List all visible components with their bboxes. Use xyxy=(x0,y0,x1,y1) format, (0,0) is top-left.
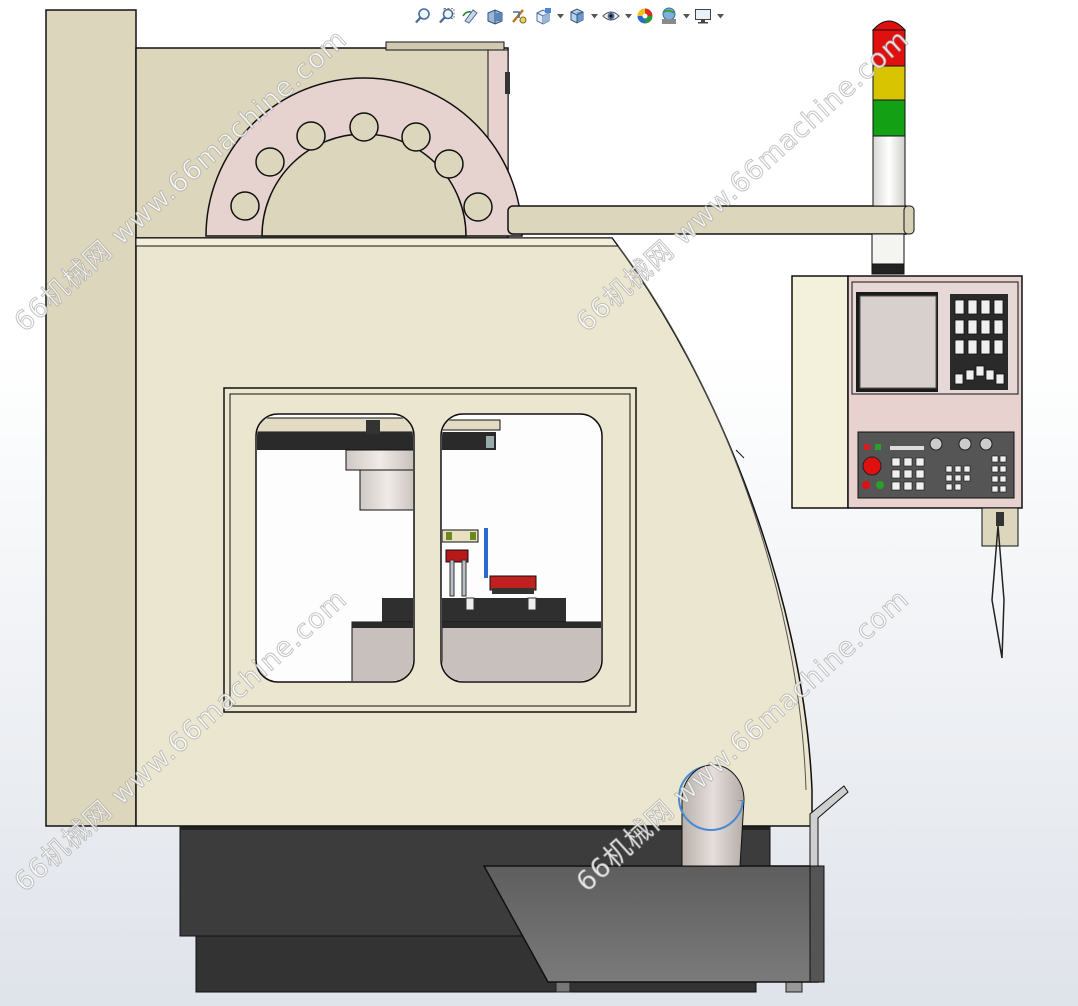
cnc-control-panel xyxy=(791,275,1023,659)
cad-model-viewport[interactable] xyxy=(0,0,1078,1006)
machine-column xyxy=(45,9,137,827)
tool-magazine-housing xyxy=(135,41,523,239)
coolant-pipe xyxy=(678,764,745,867)
signal-tower-lamp xyxy=(871,20,907,207)
